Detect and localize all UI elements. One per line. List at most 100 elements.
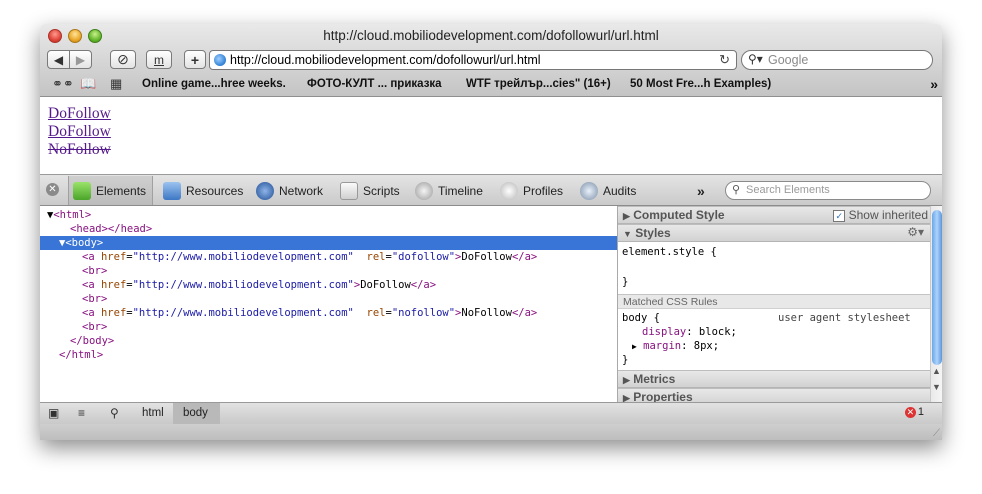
attr-name: rel <box>366 307 386 319</box>
tag-text: </a> <box>410 279 437 291</box>
bookmark-item[interactable]: Online game...hree weeks. <box>142 78 286 90</box>
tab-scripts[interactable]: Scripts <box>340 176 400 205</box>
add-bookmark-button[interactable]: + <box>184 50 206 69</box>
node-text: DoFollow <box>360 279 411 291</box>
globe-icon <box>214 54 226 66</box>
attr-value: "nofollow" <box>391 307 456 319</box>
style-property[interactable]: display: block; <box>642 326 737 338</box>
bookmark-item[interactable]: ФОТО-КУЛТ ... приказка <box>307 78 442 90</box>
matched-rules-header: Matched CSS Rules <box>618 294 930 309</box>
dom-node-br[interactable]: <br> <box>40 264 617 278</box>
dom-node-br[interactable]: <br> <box>40 292 617 306</box>
stop-button[interactable]: ⊘ <box>110 50 136 69</box>
breadcrumb-body[interactable]: body <box>173 403 220 424</box>
expand-triangle-icon[interactable]: ▼ <box>40 237 65 249</box>
elements-icon <box>73 181 91 200</box>
dom-node-body-close[interactable]: </body> <box>40 334 617 348</box>
bookmark-item[interactable]: 50 Most Fre...h Examples) <box>630 78 771 90</box>
metrics-header[interactable]: ▶ Metrics <box>618 370 930 388</box>
dom-node-a[interactable]: <a href="http://www.mobiliodevelopment.c… <box>40 250 617 264</box>
window-title: http://cloud.mobiliodevelopment.com/dofo… <box>323 28 659 43</box>
close-brace: } <box>622 354 629 366</box>
computed-style-header[interactable]: ▶ Computed Style ✓ Show inherited <box>618 206 930 224</box>
tab-audits[interactable]: Audits <box>580 176 636 205</box>
error-count[interactable]: ✕ 1 <box>904 406 924 418</box>
body-selector[interactable]: body { <box>622 312 660 324</box>
attr-value: "http://www.mobiliodevelopment.com" <box>132 307 354 319</box>
ua-stylesheet-label: user agent stylesheet <box>778 312 911 324</box>
collapsed-triangle-icon: ▶ <box>623 393 630 402</box>
bookmarks-overflow-button[interactable]: » <box>930 76 938 92</box>
section-title: Computed Style <box>633 208 725 222</box>
attr-name: rel <box>366 251 386 263</box>
breadcrumb-html[interactable]: html <box>132 403 176 424</box>
tab-elements[interactable]: Elements <box>68 176 154 205</box>
back-button[interactable]: ◀ <box>47 50 70 69</box>
dom-node-head[interactable]: <head></head> <box>40 222 617 236</box>
bookmarks-bar: ⚭⚭ 📖 ▦ Online game...hree weeks. ФОТО-КУ… <box>40 76 942 94</box>
tab-network[interactable]: Network <box>256 176 323 205</box>
browser-window: http://cloud.mobiliodevelopment.com/dofo… <box>40 24 942 440</box>
tabs-overflow-button[interactable]: » <box>697 176 705 205</box>
section-title: Metrics <box>633 372 676 386</box>
styles-header[interactable]: ▼ Styles ⚙▾ <box>618 224 930 242</box>
tab-label: Resources <box>186 183 244 198</box>
attr-value: "http://www.mobiliodevelopment.com" <box>132 279 354 291</box>
tab-label: Network <box>279 183 324 198</box>
resize-grip-icon[interactable]: ⟋ <box>933 428 940 439</box>
tab-label: Elements <box>96 183 147 198</box>
collapsed-triangle-icon: ▶ <box>623 211 630 221</box>
tab-resources[interactable]: Resources <box>163 176 243 205</box>
dofollow-link-2[interactable]: DoFollow <box>48 123 111 141</box>
expand-triangle-icon[interactable]: ▼ <box>40 209 53 221</box>
dom-node-html[interactable]: ▼<html> <box>40 208 617 222</box>
book-icon[interactable]: 📖 <box>80 76 96 92</box>
gear-icon[interactable]: ⚙▾ <box>907 225 924 239</box>
tab-label: Scripts <box>363 183 400 198</box>
bookmark-item[interactable]: WTF трейлър...cies" (16+) <box>466 78 611 90</box>
tag-text: <br> <box>82 265 108 277</box>
style-property[interactable]: ▶ margin: 8px; <box>632 340 719 352</box>
inspect-icon[interactable]: ⚲ <box>110 406 119 420</box>
close-devtools-icon[interactable]: ✕ <box>46 183 59 196</box>
show-inherited-checkbox[interactable]: ✓ Show inherited <box>833 208 928 222</box>
search-field[interactable]: ⚲▾ Google <box>741 50 933 70</box>
collapsed-triangle-icon: ▶ <box>632 342 637 351</box>
forward-button[interactable]: ▶ <box>69 50 92 69</box>
address-text: http://cloud.mobiliodevelopment.com/dofo… <box>230 53 541 67</box>
reload-icon[interactable]: ↻ <box>719 52 730 68</box>
dom-node-html-close[interactable]: </html> <box>40 348 617 362</box>
timeline-icon <box>415 181 433 200</box>
property-name: display <box>642 326 687 338</box>
dofollow-link[interactable]: DoFollow <box>48 105 111 123</box>
dom-node-body-selected[interactable]: ▼<body> <box>40 236 617 250</box>
tag-text: <br> <box>82 293 108 305</box>
search-placeholder: Search Elements <box>746 184 830 196</box>
console-icon[interactable]: ≡ <box>78 406 85 420</box>
tag-text: <html> <box>53 209 92 221</box>
tab-profiles[interactable]: Profiles <box>500 176 563 205</box>
properties-header[interactable]: ▶ Properties <box>618 388 930 402</box>
expanded-triangle-icon: ▼ <box>623 229 632 239</box>
attr-name: href <box>100 307 127 319</box>
scroll-down-icon[interactable]: ▼ <box>932 382 941 392</box>
tag-text: </body> <box>70 335 115 347</box>
reader-button[interactable]: m <box>146 50 172 69</box>
dock-icon[interactable]: ▣ <box>48 406 59 420</box>
glasses-icon[interactable]: ⚭⚭ <box>52 76 74 92</box>
nofollow-link[interactable]: NoFollow <box>48 141 111 159</box>
address-bar[interactable]: http://cloud.mobiliodevelopment.com/dofo… <box>209 50 737 70</box>
dom-node-a[interactable]: <a href="http://www.mobiliodevelopment.c… <box>40 278 617 292</box>
tab-label: Timeline <box>438 183 483 198</box>
elements-search-input[interactable]: ⚲ Search Elements <box>725 181 931 200</box>
dom-node-a[interactable]: <a href="http://www.mobiliodevelopment.c… <box>40 306 617 320</box>
scroll-thumb[interactable] <box>932 210 942 365</box>
tab-timeline[interactable]: Timeline <box>415 176 483 205</box>
element-style-rule[interactable]: element.style { <box>622 246 717 258</box>
grid-icon[interactable]: ▦ <box>110 76 122 92</box>
sidebar-scrollbar[interactable]: ▲ ▼ <box>930 206 942 402</box>
section-title: Styles <box>635 226 671 240</box>
scroll-up-icon[interactable]: ▲ <box>932 366 941 376</box>
dom-node-br[interactable]: <br> <box>40 320 617 334</box>
audits-icon <box>580 181 598 200</box>
